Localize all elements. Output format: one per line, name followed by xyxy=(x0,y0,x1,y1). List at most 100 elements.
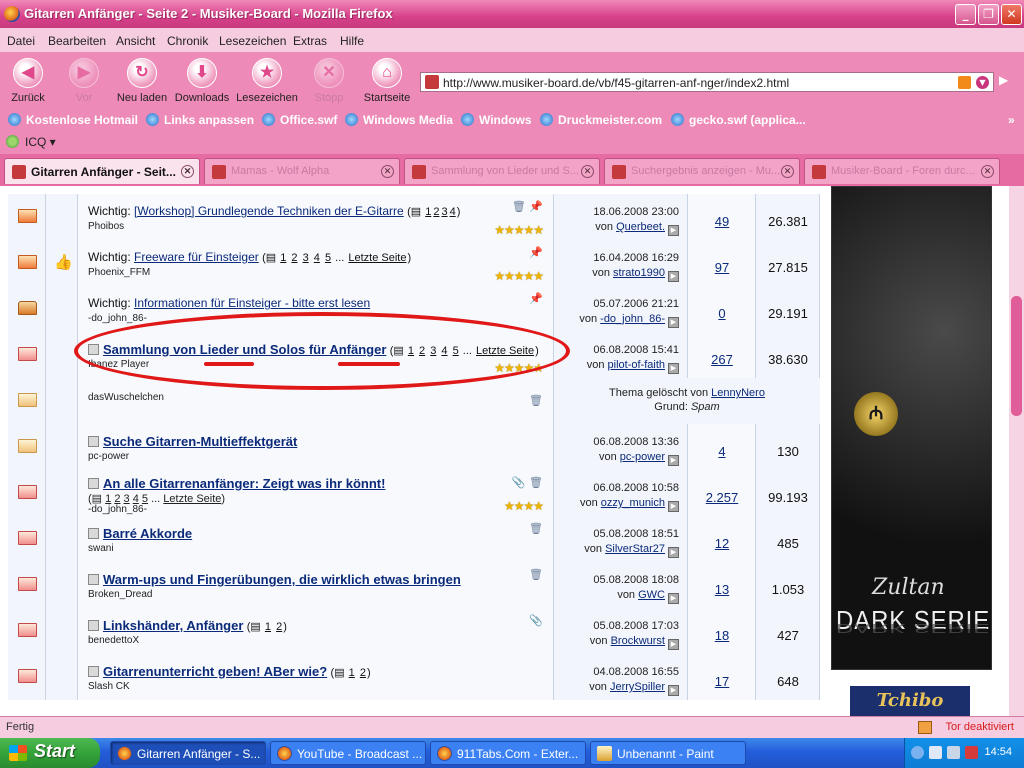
tab-suchergebnis[interactable]: Suchergebnis anzeigen - Mu... ✕ xyxy=(604,158,800,184)
minimize-button[interactable]: _ xyxy=(955,4,976,25)
reload-button[interactable]: ↻ Neu laden xyxy=(110,58,174,104)
thread-author[interactable]: benedettoX xyxy=(88,635,139,646)
last-page-link[interactable]: Letzte Seite xyxy=(163,493,221,505)
thread-author[interactable]: Phoibos xyxy=(88,221,124,232)
antivirus-icon[interactable] xyxy=(965,746,978,759)
forward-button[interactable]: ▶ Vor xyxy=(52,58,116,104)
thread-author[interactable]: pc-power xyxy=(88,451,129,462)
page-link[interactable]: 2 xyxy=(291,252,297,264)
thread-author[interactable]: Slash CK xyxy=(88,681,130,692)
last-poster-link[interactable]: Brockwurst xyxy=(611,635,665,647)
start-button[interactable]: Start xyxy=(0,738,100,768)
thread-select-checkbox[interactable] xyxy=(88,436,99,447)
replies-count[interactable]: 18 xyxy=(688,628,756,643)
replies-count[interactable]: 49 xyxy=(688,214,756,229)
thread-select-checkbox[interactable] xyxy=(88,574,99,585)
network-icon[interactable] xyxy=(929,746,942,759)
page-link[interactable]: 3 xyxy=(441,206,447,218)
tab-sammlung[interactable]: Sammlung von Lieder und S... ✕ xyxy=(404,158,600,184)
bookmark-item[interactable]: Windows Media xyxy=(345,113,453,127)
bookmark-item[interactable]: Links anpassen xyxy=(146,113,254,127)
thread-title-link[interactable]: Freeware für Einsteiger xyxy=(134,250,259,264)
thread-select-checkbox[interactable] xyxy=(88,666,99,677)
bookmark-item[interactable]: Druckmeister.com xyxy=(540,113,662,127)
address-bar[interactable]: http://www.musiker-board.de/vb/f45-gitar… xyxy=(420,72,994,92)
tchibo-ad[interactable]: Tchibo xyxy=(850,686,970,716)
goto-last-post-icon[interactable]: ▶ xyxy=(668,685,679,696)
menu-hilfe[interactable]: Hilfe xyxy=(340,34,364,48)
last-poster-link[interactable]: GWC xyxy=(638,589,665,601)
page-link[interactable]: 2 xyxy=(276,621,282,633)
thread-select-checkbox[interactable] xyxy=(88,528,99,539)
goto-last-post-icon[interactable]: ▶ xyxy=(668,363,679,374)
scrollbar-thumb[interactable] xyxy=(1011,296,1022,416)
last-poster-link[interactable]: ozzy_munich xyxy=(601,497,665,509)
thread-author[interactable]: -do_john_86- xyxy=(88,313,147,324)
rss-feed-icon[interactable] xyxy=(958,76,971,89)
advertisement-banner[interactable]: ₼ Zultan DARK SERIES DARK SERIES xyxy=(831,186,992,670)
status-addon-icon[interactable] xyxy=(918,721,932,734)
thread-title-link[interactable]: [Workshop] Grundlegende Techniken der E-… xyxy=(134,204,404,218)
back-button[interactable]: ◀ Zurück xyxy=(0,58,60,104)
bookmark-item[interactable]: Kostenlose Hotmail xyxy=(8,113,138,127)
close-tab-icon[interactable]: ✕ xyxy=(781,165,794,178)
tab-gitarren-anfaenger[interactable]: Gitarren Anfänger - Seit... ✕ xyxy=(4,158,200,184)
taskbar-item-911tabs[interactable]: 911Tabs.Com - Exter... xyxy=(430,741,586,765)
thread-select-checkbox[interactable] xyxy=(88,478,99,489)
tor-status[interactable]: Tor deaktiviert xyxy=(946,721,1014,733)
last-poster-link[interactable]: pilot-of-faith xyxy=(608,359,665,371)
taskbar-item-paint[interactable]: Unbenannt - Paint xyxy=(590,741,746,765)
thread-author[interactable]: swani xyxy=(88,543,114,554)
goto-last-post-icon[interactable]: ▶ xyxy=(668,547,679,558)
bookmark-item[interactable]: gecko.swf (applica... xyxy=(671,113,806,127)
maximize-button[interactable]: ❐ xyxy=(978,4,999,25)
last-poster-link[interactable]: JerrySpiller xyxy=(610,681,665,693)
history-dropdown-icon[interactable]: ▼ xyxy=(976,76,989,89)
bookmark-item[interactable]: Office.swf xyxy=(262,113,337,127)
page-link[interactable]: 3 xyxy=(303,252,309,264)
thread-title-link[interactable]: Suche Gitarren-Multieffektgerät xyxy=(103,434,297,449)
goto-last-post-icon[interactable]: ▶ xyxy=(668,271,679,282)
close-tab-icon[interactable]: ✕ xyxy=(181,165,194,178)
home-button[interactable]: ⌂ Startseite xyxy=(355,58,419,104)
last-poster-link[interactable]: SilverStar27 xyxy=(605,543,665,555)
last-poster-link[interactable]: strato1990 xyxy=(613,267,665,279)
last-poster-link[interactable]: Querbeet. xyxy=(616,221,665,233)
page-link[interactable]: 1 xyxy=(265,621,271,633)
replies-count[interactable]: 12 xyxy=(688,536,756,551)
replies-count[interactable]: 267 xyxy=(688,352,756,367)
goto-last-post-icon[interactable]: ▶ xyxy=(668,225,679,236)
replies-count[interactable]: 2.257 xyxy=(688,490,756,505)
goto-last-post-icon[interactable]: ▶ xyxy=(668,593,679,604)
replies-count[interactable]: 13 xyxy=(688,582,756,597)
menu-bearbeiten[interactable]: Bearbeiten xyxy=(48,34,106,48)
close-button[interactable]: ✕ xyxy=(1001,4,1022,25)
taskbar-item-firefox-gitarren[interactable]: Gitarren Anfänger - S... xyxy=(110,741,266,765)
last-poster-link[interactable]: -do_john_86- xyxy=(600,313,665,325)
thread-title-link[interactable]: Warm-ups und Fingerübungen, die wirklich… xyxy=(103,572,461,587)
goto-last-post-icon[interactable]: ▶ xyxy=(668,501,679,512)
thread-title-link[interactable]: Linkshänder, Anfänger xyxy=(103,618,243,633)
thread-title-link[interactable]: Informationen für Einsteiger - bitte ers… xyxy=(134,296,370,310)
thread-author[interactable]: Broken_Dread xyxy=(88,589,152,600)
replies-count[interactable]: 17 xyxy=(688,674,756,689)
bookmark-item[interactable]: Windows xyxy=(461,113,532,127)
page-link[interactable]: 2 xyxy=(360,667,366,679)
menu-extras[interactable]: Extras xyxy=(293,34,327,48)
thread-title-link[interactable]: Gitarrenunterricht geben! ABer wie? xyxy=(103,664,327,679)
thread-author[interactable]: Phoenix_FFM xyxy=(88,267,150,278)
volume-icon[interactable] xyxy=(947,746,960,759)
close-tab-icon[interactable]: ✕ xyxy=(581,165,594,178)
page-link[interactable]: 1 xyxy=(425,206,431,218)
go-arrow-icon[interactable]: ▶ xyxy=(999,73,1015,91)
vertical-scrollbar[interactable] xyxy=(1009,186,1024,716)
tab-mamas[interactable]: Mamas - Wolf Alpha ✕ xyxy=(204,158,400,184)
thread-title-link[interactable]: Barré Akkorde xyxy=(103,526,192,541)
close-tab-icon[interactable]: ✕ xyxy=(981,165,994,178)
goto-last-post-icon[interactable]: ▶ xyxy=(668,455,679,466)
replies-count[interactable]: 4 xyxy=(688,444,756,459)
thread-author[interactable]: -do_john_86- xyxy=(88,504,147,515)
thread-select-checkbox[interactable] xyxy=(88,620,99,631)
page-link[interactable]: 1 xyxy=(349,667,355,679)
replies-count[interactable]: 0 xyxy=(688,306,756,321)
